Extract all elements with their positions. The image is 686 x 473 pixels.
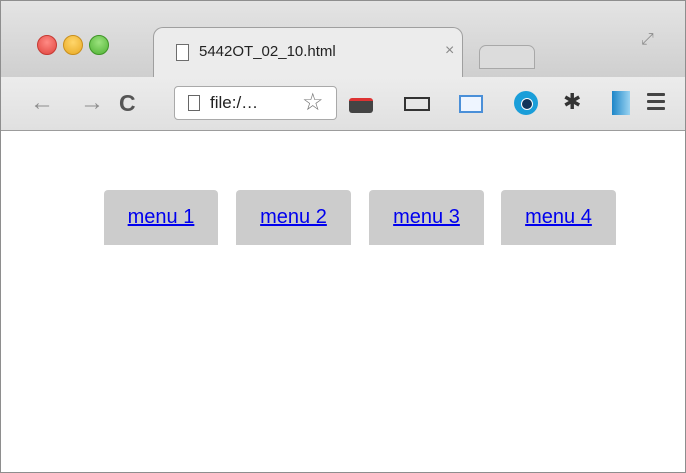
screen-capture-extension-icon[interactable] <box>459 95 483 113</box>
gear-icon[interactable]: ✱ <box>563 89 581 114</box>
eye-extension-icon[interactable] <box>514 91 538 115</box>
minimize-window-button[interactable] <box>63 35 83 55</box>
zoom-window-button[interactable] <box>89 35 109 55</box>
fullscreen-icon[interactable]: ⤢ <box>641 31 654 49</box>
menu-link[interactable]: menu 2 <box>260 206 327 229</box>
reload-icon[interactable]: C <box>119 89 136 117</box>
ruler-extension-icon[interactable] <box>404 97 430 111</box>
page-content: menu 1 menu 2 menu 3 menu 4 <box>1 131 685 472</box>
menu-link[interactable]: menu 3 <box>393 206 460 229</box>
cast-extension-icon[interactable] <box>612 91 630 115</box>
menu-item[interactable]: menu 3 <box>369 190 484 245</box>
menu-item[interactable]: menu 1 <box>104 190 218 245</box>
incognito-mask-icon[interactable] <box>349 98 373 113</box>
menu-link[interactable]: menu 4 <box>525 206 592 229</box>
new-tab-button[interactable] <box>479 45 535 69</box>
chrome-menu-icon[interactable] <box>647 93 667 111</box>
menu-link[interactable]: menu 1 <box>128 206 195 229</box>
browser-window: 5442OT_02_10.html × ⤢ ← → C file:/… ☆ ✱ … <box>0 0 686 473</box>
tab-close-icon[interactable]: × <box>445 42 454 60</box>
tab-strip: 5442OT_02_10.html × ⤢ <box>1 1 685 78</box>
back-icon[interactable]: ← <box>30 89 54 117</box>
address-bar[interactable]: file:/… ☆ <box>174 86 337 120</box>
bookmark-star-icon[interactable]: ☆ <box>302 88 324 117</box>
browser-tab[interactable]: 5442OT_02_10.html × <box>153 27 463 78</box>
page-icon <box>188 95 200 111</box>
menu-item[interactable]: menu 2 <box>236 190 351 245</box>
page-icon <box>176 44 189 61</box>
tab-title: 5442OT_02_10.html <box>199 43 336 60</box>
menu-item[interactable]: menu 4 <box>501 190 616 245</box>
forward-icon[interactable]: → <box>80 89 104 117</box>
close-window-button[interactable] <box>37 35 57 55</box>
address-text[interactable]: file:/… <box>210 93 258 113</box>
